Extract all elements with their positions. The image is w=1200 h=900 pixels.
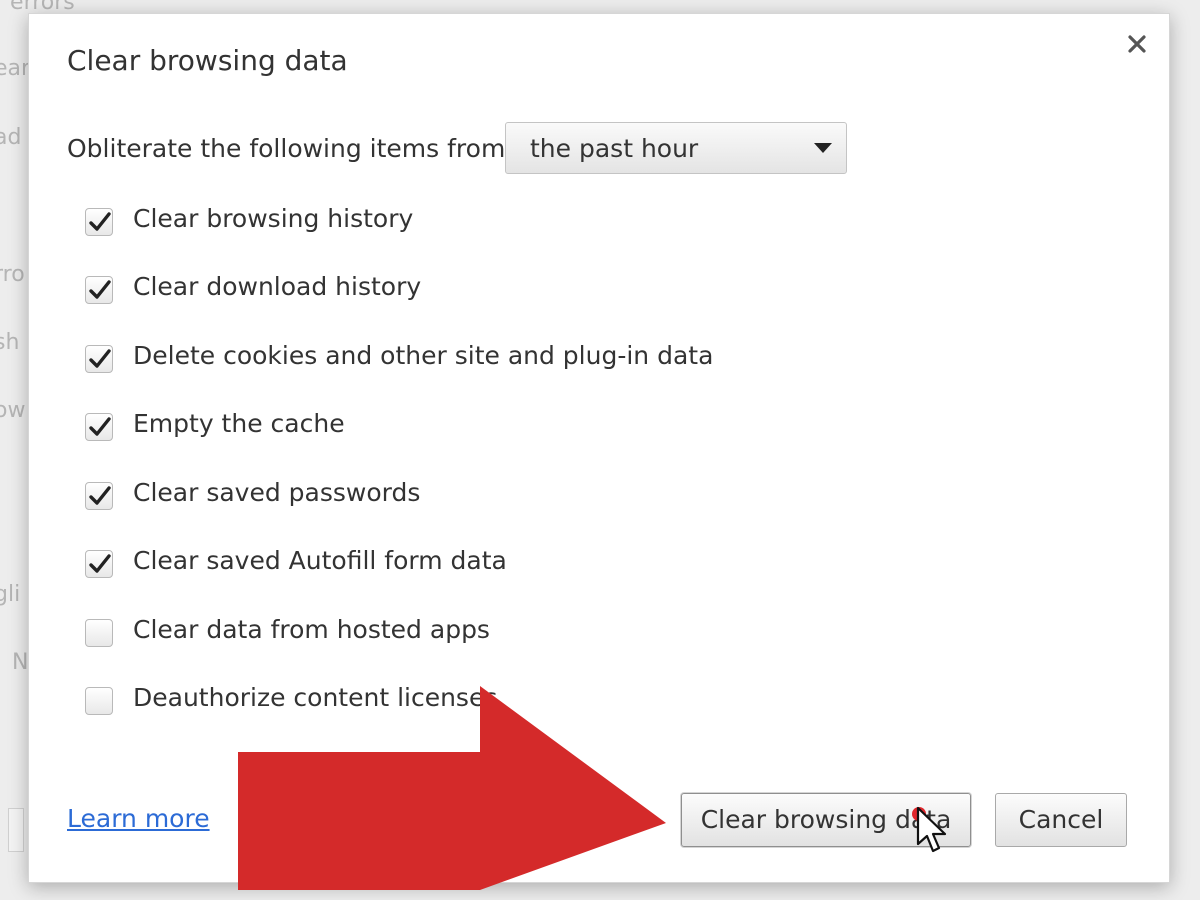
option-label: Delete cookies and other site and plug-i…	[133, 341, 714, 370]
close-icon[interactable]	[1123, 30, 1151, 58]
time-range-value: the past hour	[530, 134, 699, 163]
background-text: rro	[0, 262, 25, 287]
red-arrow-annotation	[238, 686, 666, 890]
option-label: Clear browsing history	[133, 204, 414, 233]
option-label: Clear saved Autofill form data	[133, 546, 507, 575]
time-range-select[interactable]: the past hour	[505, 122, 847, 174]
checkmark-icon	[89, 417, 111, 436]
learn-more-link[interactable]: Learn more	[67, 804, 210, 833]
background-text: gli	[0, 582, 21, 607]
checkbox[interactable]	[85, 208, 113, 236]
cancel-button[interactable]: Cancel	[995, 793, 1127, 847]
option-label: Clear data from hosted apps	[133, 615, 490, 644]
checkbox[interactable]	[85, 619, 113, 647]
checkmark-icon	[89, 554, 111, 573]
option-label: Empty the cache	[133, 409, 345, 438]
dialog-title: Clear browsing data	[67, 44, 348, 77]
checkbox[interactable]	[85, 687, 113, 715]
time-range-label: Obliterate the following items from:	[67, 134, 514, 163]
background-text: ad	[0, 125, 22, 150]
background-text: ow	[0, 398, 26, 423]
checkbox[interactable]	[85, 345, 113, 373]
background-text: N	[12, 650, 29, 675]
checkmark-icon	[89, 280, 111, 299]
checkbox[interactable]	[85, 276, 113, 304]
checkbox[interactable]	[85, 482, 113, 510]
option-label: Clear download history	[133, 272, 422, 301]
option-label: Clear saved passwords	[133, 478, 421, 507]
chevron-down-icon	[814, 143, 832, 153]
mouse-pointer-icon	[916, 806, 947, 853]
background-text: ear	[0, 56, 31, 81]
checkmark-icon	[89, 212, 111, 231]
background-field	[8, 808, 24, 852]
checkbox[interactable]	[85, 413, 113, 441]
background-text: sh	[0, 330, 20, 355]
checkbox[interactable]	[85, 550, 113, 578]
checkmark-icon	[89, 349, 111, 368]
checkmark-icon	[89, 486, 111, 505]
